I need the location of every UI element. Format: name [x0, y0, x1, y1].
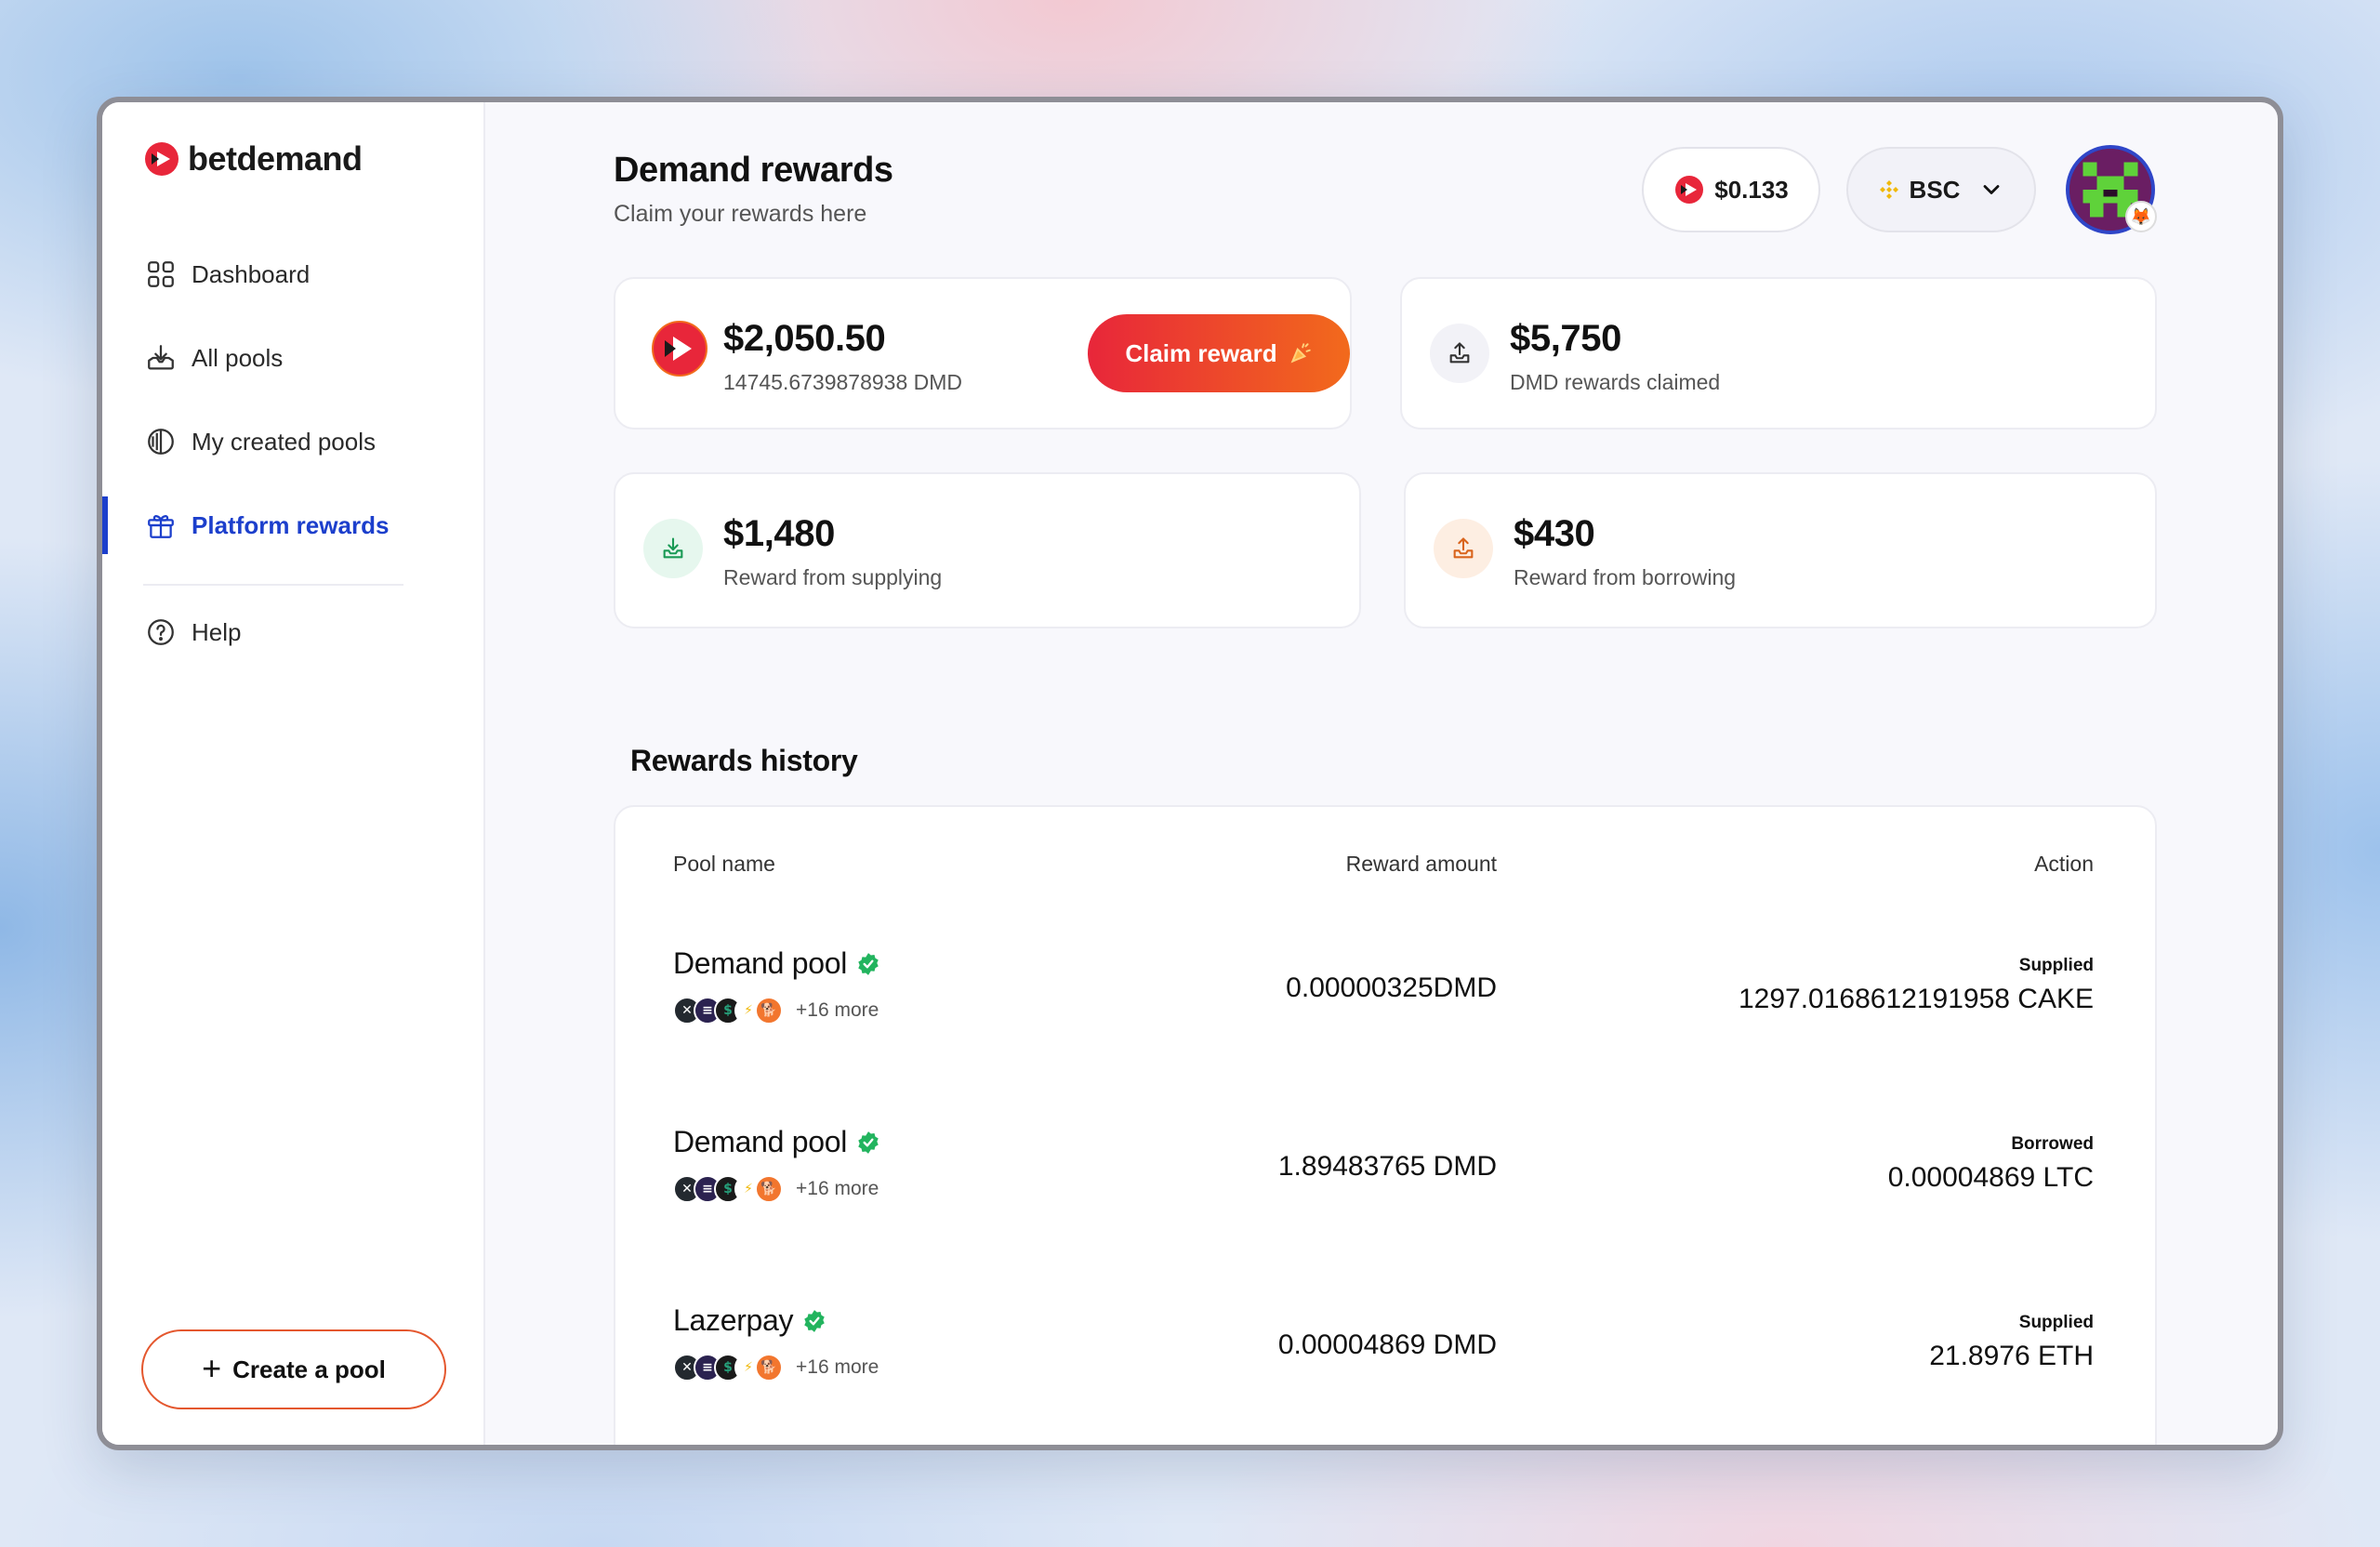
- sidebar-item-label: Platform rewards: [192, 510, 390, 539]
- page-title: Demand rewards: [614, 151, 893, 190]
- reward-amount: 1.89483765 DMD: [1277, 1151, 1497, 1182]
- sidebar-item-platform-rewards[interactable]: Platform rewards: [102, 483, 483, 567]
- gift-icon: [148, 515, 174, 538]
- more-tokens-count: +16 more: [796, 999, 879, 1021]
- supply-reward-label: Reward from supplying: [723, 565, 943, 589]
- shib-token-icon: 🐕: [755, 1354, 783, 1382]
- chain-name: BSC: [1909, 175, 1961, 204]
- action-value: 0.00004869 LTC: [1887, 1162, 2094, 1193]
- main-content: Demand rewards Claim your rewards here $…: [485, 102, 2278, 1445]
- download-tray-icon: [663, 537, 683, 559]
- pending-reward-card: $2,050.50 14745.6739878938 DMD Claim rew…: [614, 277, 1352, 430]
- logo[interactable]: betdemand: [143, 139, 363, 178]
- borrow-reward-label: Reward from borrowing: [1514, 565, 1737, 589]
- app-window: betdemand Dashboard All pools My created…: [97, 97, 2283, 1450]
- chain-selector[interactable]: BSC: [1846, 147, 2036, 232]
- verified-badge-icon: [858, 952, 879, 975]
- grid-icon: [148, 261, 174, 287]
- claim-reward-button[interactable]: Claim reward: [1088, 314, 1350, 392]
- sidebar-item-label: My created pools: [192, 427, 376, 456]
- bsc-icon: [1879, 180, 1898, 199]
- pool-token-icons: ✕ ≡ $ ⚡ 🐕 +16 more: [673, 1354, 879, 1382]
- pool-token-icons: ✕ ≡ $ ⚡ 🐕 +16 more: [673, 997, 879, 1025]
- rewards-history-title: Rewards history: [630, 744, 858, 777]
- logo-icon: [145, 142, 178, 176]
- supply-icon-circle: [643, 519, 703, 578]
- rewards-claimed-card: $5,750 DMD rewards claimed: [1400, 277, 2157, 430]
- pool-name: Demand pool: [673, 1125, 880, 1159]
- supply-reward-amount: $1,480: [723, 513, 835, 554]
- shib-token-icon: 🐕: [755, 997, 783, 1025]
- sidebar-item-label: Help: [192, 617, 242, 646]
- page-subtitle: Claim your rewards here: [614, 201, 867, 227]
- chevron-down-icon: [1984, 185, 2000, 194]
- sidebar-item-dashboard[interactable]: Dashboard: [102, 232, 483, 316]
- dmd-token-icon: [1675, 176, 1704, 204]
- borrow-reward-card: $430 Reward from borrowing: [1404, 472, 2157, 628]
- pending-reward-amount: $2,050.50: [723, 318, 886, 359]
- column-header-pool: Pool name: [673, 852, 775, 876]
- upload-tray-icon: [1453, 537, 1474, 559]
- borrow-icon-circle: [1434, 519, 1493, 578]
- create-pool-label: Create a pool: [232, 1355, 386, 1383]
- table-row[interactable]: Demand pool ✕ ≡ $ ⚡ 🐕 +16 more 0.0000032…: [615, 900, 2155, 1077]
- wallet-fox-icon: 🦊: [2125, 201, 2157, 232]
- pool-token-icons: ✕ ≡ $ ⚡ 🐕 +16 more: [673, 1175, 879, 1203]
- half-circle-icon: [148, 429, 174, 455]
- token-price-pill[interactable]: $0.133: [1642, 147, 1820, 232]
- sidebar-item-my-created-pools[interactable]: My created pools: [102, 400, 483, 483]
- verified-badge-icon: [804, 1309, 825, 1332]
- more-tokens-count: +16 more: [796, 1178, 879, 1199]
- column-header-action: Action: [2034, 852, 2094, 876]
- pending-reward-dmd: 14745.6739878938 DMD: [723, 370, 963, 394]
- logo-text: betdemand: [188, 139, 363, 178]
- pool-name: Lazerpay: [673, 1303, 826, 1338]
- pool-name-text: Demand pool: [673, 946, 848, 980]
- more-tokens-count: +16 more: [796, 1356, 879, 1378]
- upload-tray-icon: [1449, 342, 1470, 364]
- create-pool-button[interactable]: + Create a pool: [141, 1329, 446, 1409]
- action-type: Supplied: [2018, 956, 2094, 975]
- download-tray-icon: [148, 345, 174, 370]
- shib-token-icon: 🐕: [755, 1175, 783, 1203]
- sidebar-item-label: All pools: [192, 343, 284, 372]
- sidebar-item-all-pools[interactable]: All pools: [102, 316, 483, 400]
- action-type: Supplied: [2018, 1313, 2094, 1332]
- action-value: 1297.0168612191958 CAKE: [1738, 984, 2094, 1014]
- supply-reward-card: $1,480 Reward from supplying: [614, 472, 1361, 628]
- sidebar-divider: [143, 584, 403, 586]
- reward-amount: 0.00000325DMD: [1286, 972, 1497, 1003]
- column-header-reward: Reward amount: [1345, 852, 1497, 876]
- rewards-history-table: Pool name Reward amount Action Demand po…: [614, 805, 2157, 1445]
- borrow-reward-amount: $430: [1514, 513, 1595, 554]
- sidebar-item-help[interactable]: Help: [102, 602, 483, 662]
- pool-name: Demand pool: [673, 946, 880, 981]
- sidebar: betdemand Dashboard All pools My created…: [102, 102, 485, 1445]
- action-type: Borrowed: [2011, 1134, 2094, 1154]
- pool-name-text: Demand pool: [673, 1125, 848, 1158]
- party-popper-icon: [1290, 343, 1311, 364]
- pool-name-text: Lazerpay: [673, 1303, 794, 1337]
- claimed-amount: $5,750: [1510, 318, 1621, 359]
- sidebar-nav: Dashboard All pools My created pools Pla…: [102, 232, 483, 662]
- help-circle-icon: [148, 619, 174, 645]
- dmd-token-icon: [652, 321, 707, 377]
- claimed-label: DMD rewards claimed: [1510, 370, 1721, 394]
- verified-badge-icon: [858, 1130, 879, 1154]
- claim-reward-label: Claim reward: [1125, 338, 1277, 367]
- token-price: $0.133: [1714, 175, 1789, 204]
- reward-amount: 0.00004869 DMD: [1277, 1329, 1497, 1360]
- plus-icon: +: [202, 1348, 222, 1387]
- table-row[interactable]: Lazerpay ✕ ≡ $ ⚡ 🐕 +16 more 0.00004869 D…: [615, 1257, 2155, 1434]
- claimed-icon-circle: [1430, 324, 1489, 383]
- sidebar-item-label: Dashboard: [192, 259, 311, 288]
- action-value: 21.8976 ETH: [1929, 1341, 2094, 1371]
- table-row[interactable]: Demand pool ✕ ≡ $ ⚡ 🐕 +16 more 1.8948376…: [615, 1078, 2155, 1255]
